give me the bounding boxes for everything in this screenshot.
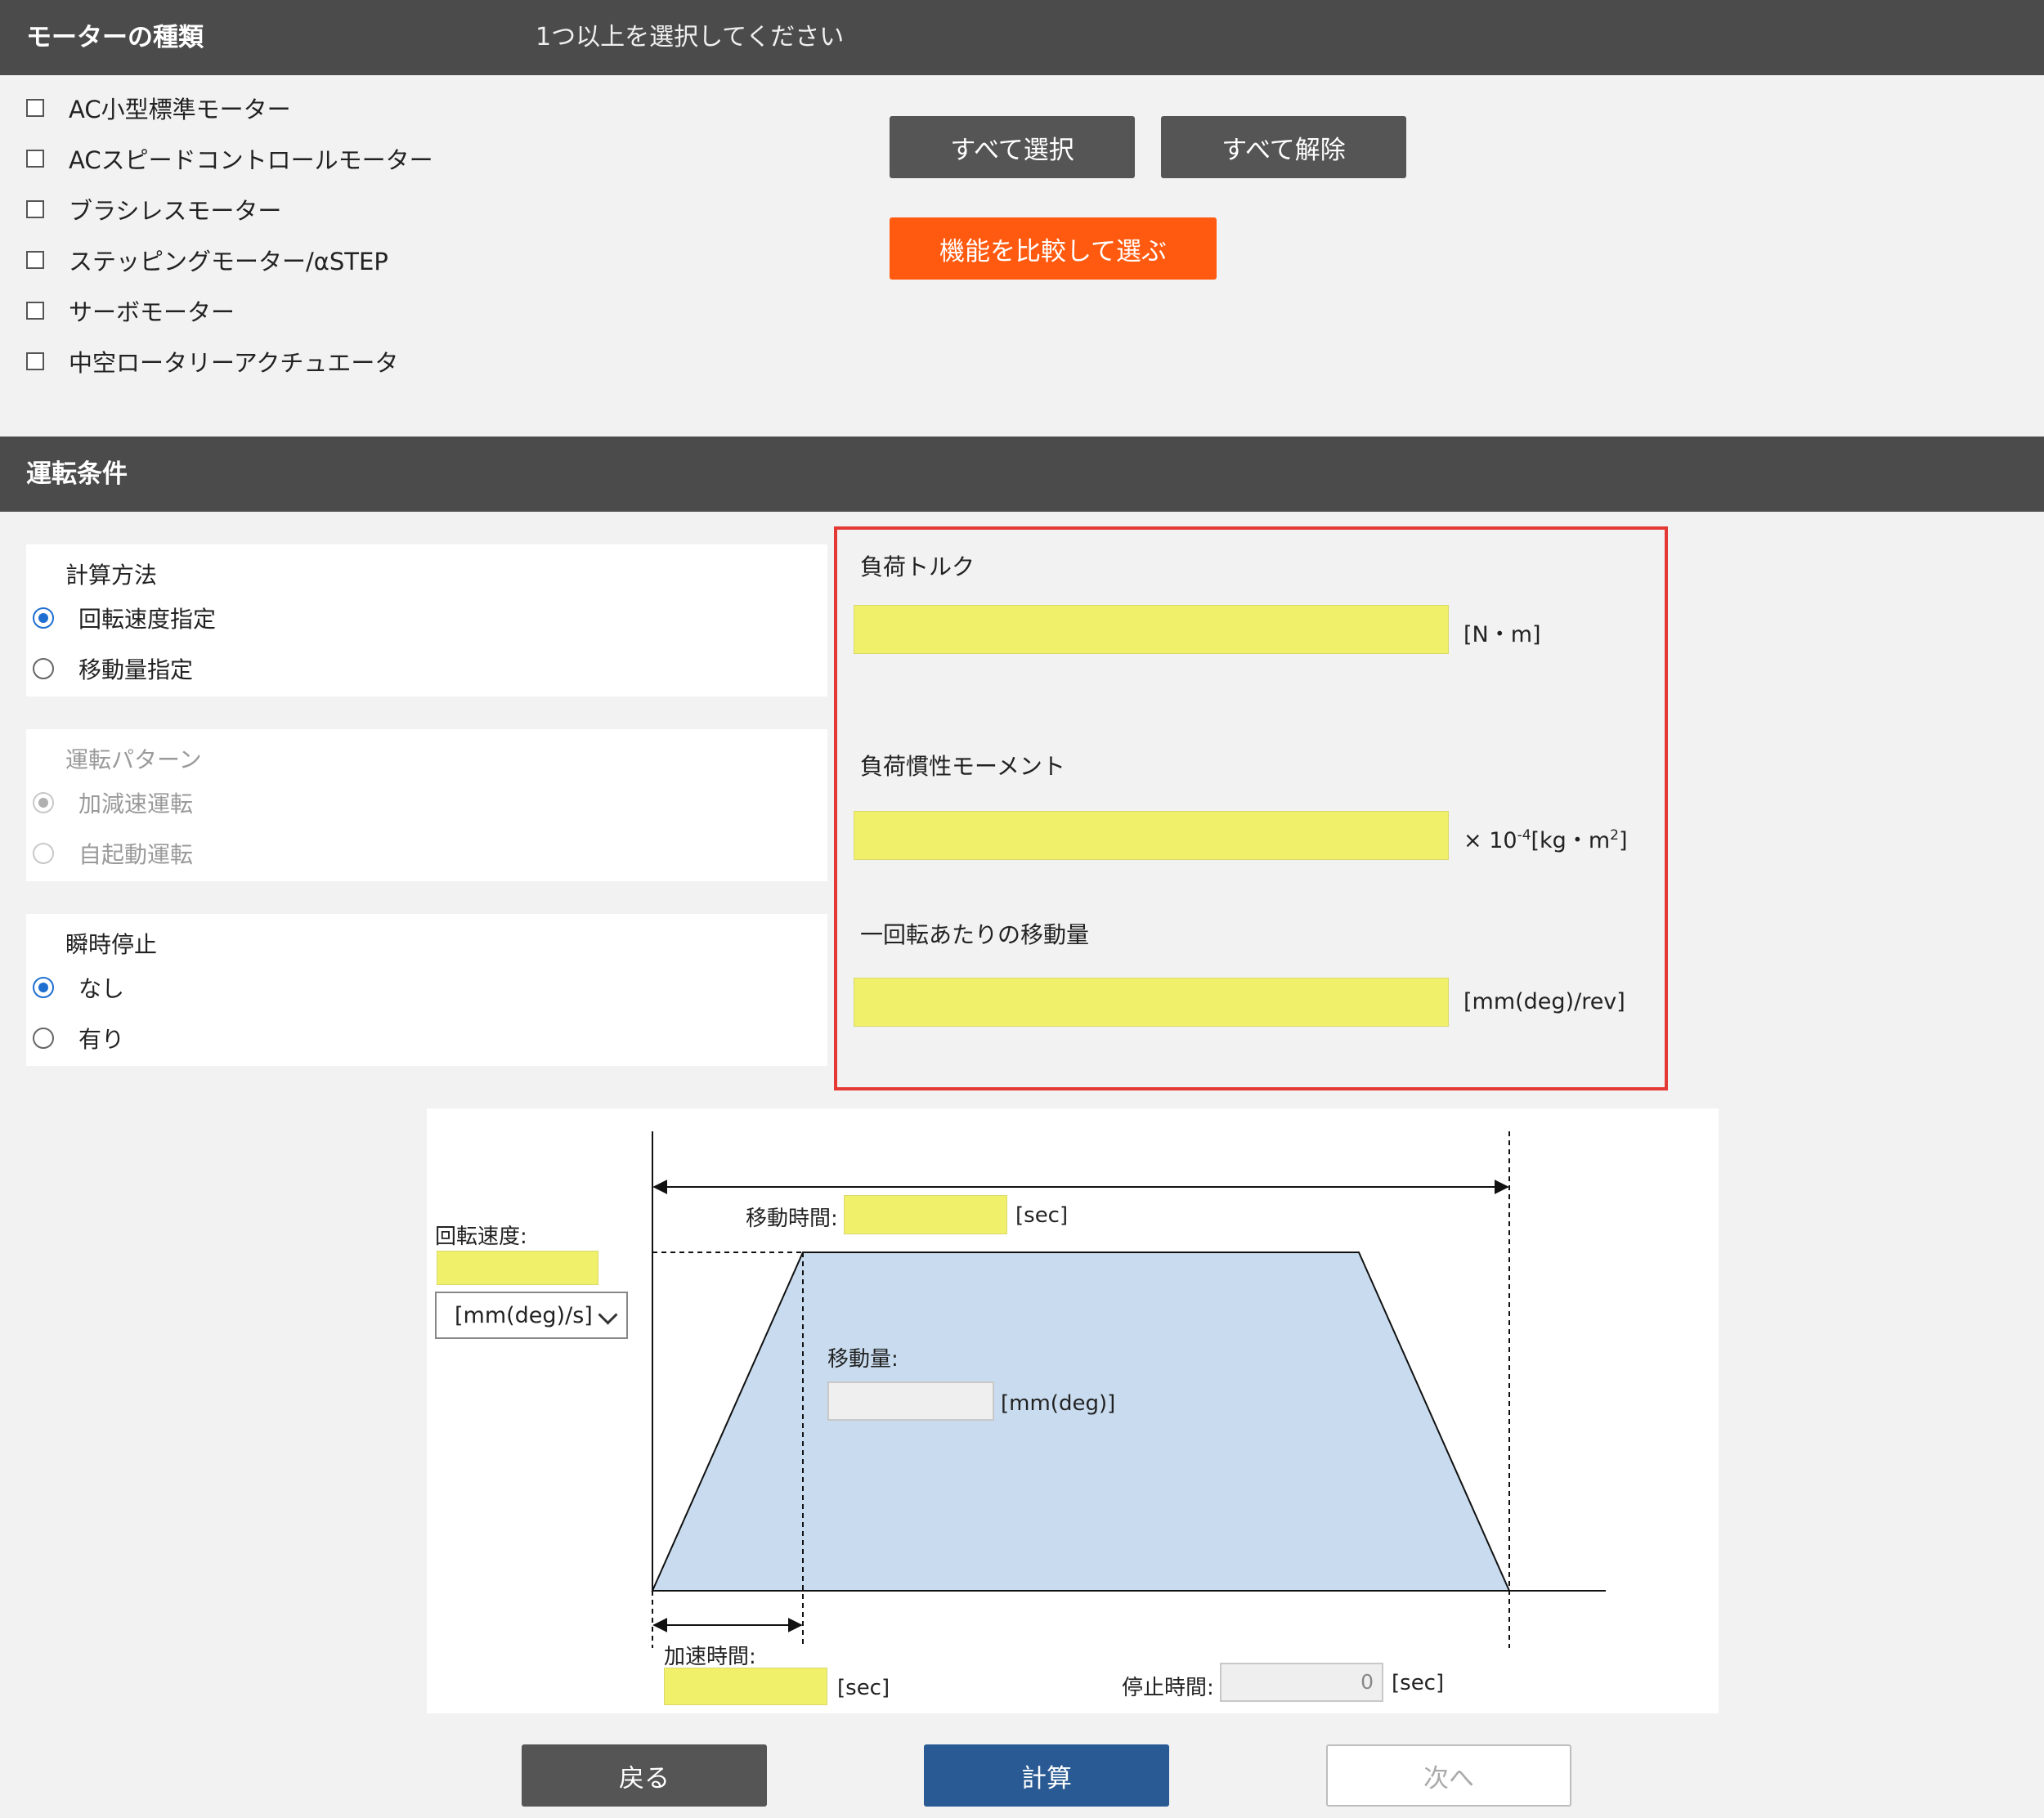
speed-unit-value: [mm(deg)/s] <box>455 1302 593 1328</box>
radio-button[interactable] <box>33 977 54 998</box>
motor-option-hollow-rotary[interactable]: 中空ロータリーアクチュエータ <box>26 340 398 383</box>
calc-method-panel: 計算方法 回転速度指定 移動量指定 <box>26 544 827 696</box>
load-torque-input[interactable] <box>854 605 1449 654</box>
load-inertia-input[interactable] <box>854 811 1449 860</box>
radio-self-start: 自起動運転 <box>33 837 193 870</box>
inertia-unit-prefix: × 10 <box>1464 828 1517 853</box>
motor-option-label: ACスピードコントロールモーター <box>69 146 433 174</box>
motor-option-label: ブラシレスモーター <box>69 197 282 225</box>
radio-stop-none[interactable]: なし <box>33 971 124 1004</box>
operation-pattern-label: 運転パターン <box>65 746 202 773</box>
motor-option-servo[interactable]: サーボモーター <box>26 289 235 332</box>
stop-time-input[interactable]: 0 <box>1220 1663 1383 1702</box>
load-torque-label: 負荷トルク <box>860 553 975 580</box>
load-parameters-box: 負荷トルク [N・m] 負荷慣性モーメント × 10-4[kg・m2] 一回転あ… <box>834 526 1668 1090</box>
speed-profile-shape <box>651 1252 1511 1592</box>
motor-option-ac-small[interactable]: AC小型標準モーター <box>26 87 291 129</box>
radio-travel-amount[interactable]: 移動量指定 <box>33 652 193 685</box>
checkbox[interactable] <box>26 150 44 168</box>
load-inertia-unit: × 10-4[kg・m2] <box>1464 822 1628 854</box>
checkbox[interactable] <box>26 200 44 218</box>
motor-type-title: モーターの種類 <box>26 23 204 52</box>
radio-stop-yes[interactable]: 有り <box>33 1022 124 1055</box>
motor-option-ac-speed[interactable]: ACスピードコントロールモーター <box>26 137 433 180</box>
select-all-button[interactable]: すべて選択 <box>890 116 1135 178</box>
operation-conditions-title: 運転条件 <box>26 459 128 489</box>
inertia-unit-end: ] <box>1618 828 1628 853</box>
radio-button <box>33 792 54 813</box>
motor-option-label: 中空ロータリーアクチュエータ <box>69 349 399 377</box>
accel-time-unit: [sec] <box>837 1676 890 1700</box>
rotation-speed-label: 回転速度: <box>435 1225 527 1249</box>
instant-stop-label: 瞬時停止 <box>65 931 158 958</box>
next-button[interactable]: 次へ <box>1326 1744 1571 1807</box>
motor-type-hint: 1つ以上を選択してください <box>536 23 845 51</box>
radio-label: 有り <box>78 1026 125 1053</box>
inertia-unit-square: 2 <box>1610 827 1619 844</box>
back-button[interactable]: 戻る <box>522 1744 767 1807</box>
motor-option-label: ステッピングモーター/αSTEP <box>69 248 388 275</box>
radio-accel-decel: 加減速運転 <box>33 786 193 819</box>
speed-profile-panel: 回転速度: [mm(deg)/s] 移動時間: [sec] 移動量: [mm(d… <box>427 1108 1719 1713</box>
radio-label: 加減速運転 <box>78 790 194 817</box>
travel-distance-input[interactable] <box>827 1381 994 1421</box>
clear-all-button[interactable]: すべて解除 <box>1161 116 1406 178</box>
checkbox[interactable] <box>26 352 44 370</box>
stop-time-unit: [sec] <box>1392 1671 1445 1695</box>
checkbox[interactable] <box>26 251 44 269</box>
compare-features-button[interactable]: 機能を比較して選ぶ <box>890 217 1217 280</box>
inertia-unit-mid: [kg・m <box>1531 828 1611 853</box>
travel-distance-unit: [mm(deg)] <box>1001 1391 1116 1416</box>
move-time-unit: [sec] <box>1015 1203 1069 1228</box>
radio-button <box>33 843 54 864</box>
calculate-button[interactable]: 計算 <box>924 1744 1169 1807</box>
calc-method-label: 計算方法 <box>65 562 158 589</box>
radio-button[interactable] <box>33 658 54 679</box>
operation-conditions-header: 運転条件 <box>0 437 2044 512</box>
rotation-speed-input[interactable] <box>437 1251 598 1285</box>
inertia-unit-exponent: -4 <box>1517 827 1531 844</box>
radio-button[interactable] <box>33 1028 54 1049</box>
load-inertia-label: 負荷慣性モーメント <box>860 753 1065 780</box>
checkbox[interactable] <box>26 302 44 320</box>
chevron-down-icon <box>598 1305 618 1325</box>
speed-unit-select[interactable]: [mm(deg)/s] <box>435 1292 628 1339</box>
stop-time-label: 停止時間: <box>1122 1676 1214 1700</box>
move-time-input[interactable] <box>844 1195 1007 1234</box>
load-torque-unit: [N・m] <box>1464 622 1541 647</box>
motor-option-label: サーボモーター <box>69 298 235 326</box>
travel-per-rev-unit: [mm(deg)/rev] <box>1464 989 1625 1014</box>
motor-option-stepping[interactable]: ステッピングモーター/αSTEP <box>26 239 388 281</box>
accel-time-input[interactable] <box>664 1668 827 1705</box>
motor-option-label: AC小型標準モーター <box>69 96 291 123</box>
radio-label: なし <box>78 975 125 1002</box>
travel-per-rev-input[interactable] <box>854 978 1449 1027</box>
motor-type-header: モーターの種類 1つ以上を選択してください <box>0 0 2044 75</box>
instant-stop-panel: 瞬時停止 なし 有り <box>26 914 827 1066</box>
travel-distance-label: 移動量: <box>827 1347 899 1372</box>
travel-per-rev-label: 一回転あたりの移動量 <box>860 921 1090 948</box>
operation-pattern-panel: 運転パターン 加減速運転 自起動運転 <box>26 729 827 881</box>
checkbox[interactable] <box>26 99 44 117</box>
radio-button[interactable] <box>33 607 54 629</box>
radio-label: 自起動運転 <box>78 841 194 868</box>
motor-option-brushless[interactable]: ブラシレスモーター <box>26 188 281 231</box>
radio-rotation-speed[interactable]: 回転速度指定 <box>33 602 216 634</box>
accel-time-label: 加速時間: <box>664 1645 756 1669</box>
radio-label: 回転速度指定 <box>78 606 217 633</box>
radio-label: 移動量指定 <box>78 656 194 683</box>
move-time-label: 移動時間: <box>746 1207 838 1231</box>
